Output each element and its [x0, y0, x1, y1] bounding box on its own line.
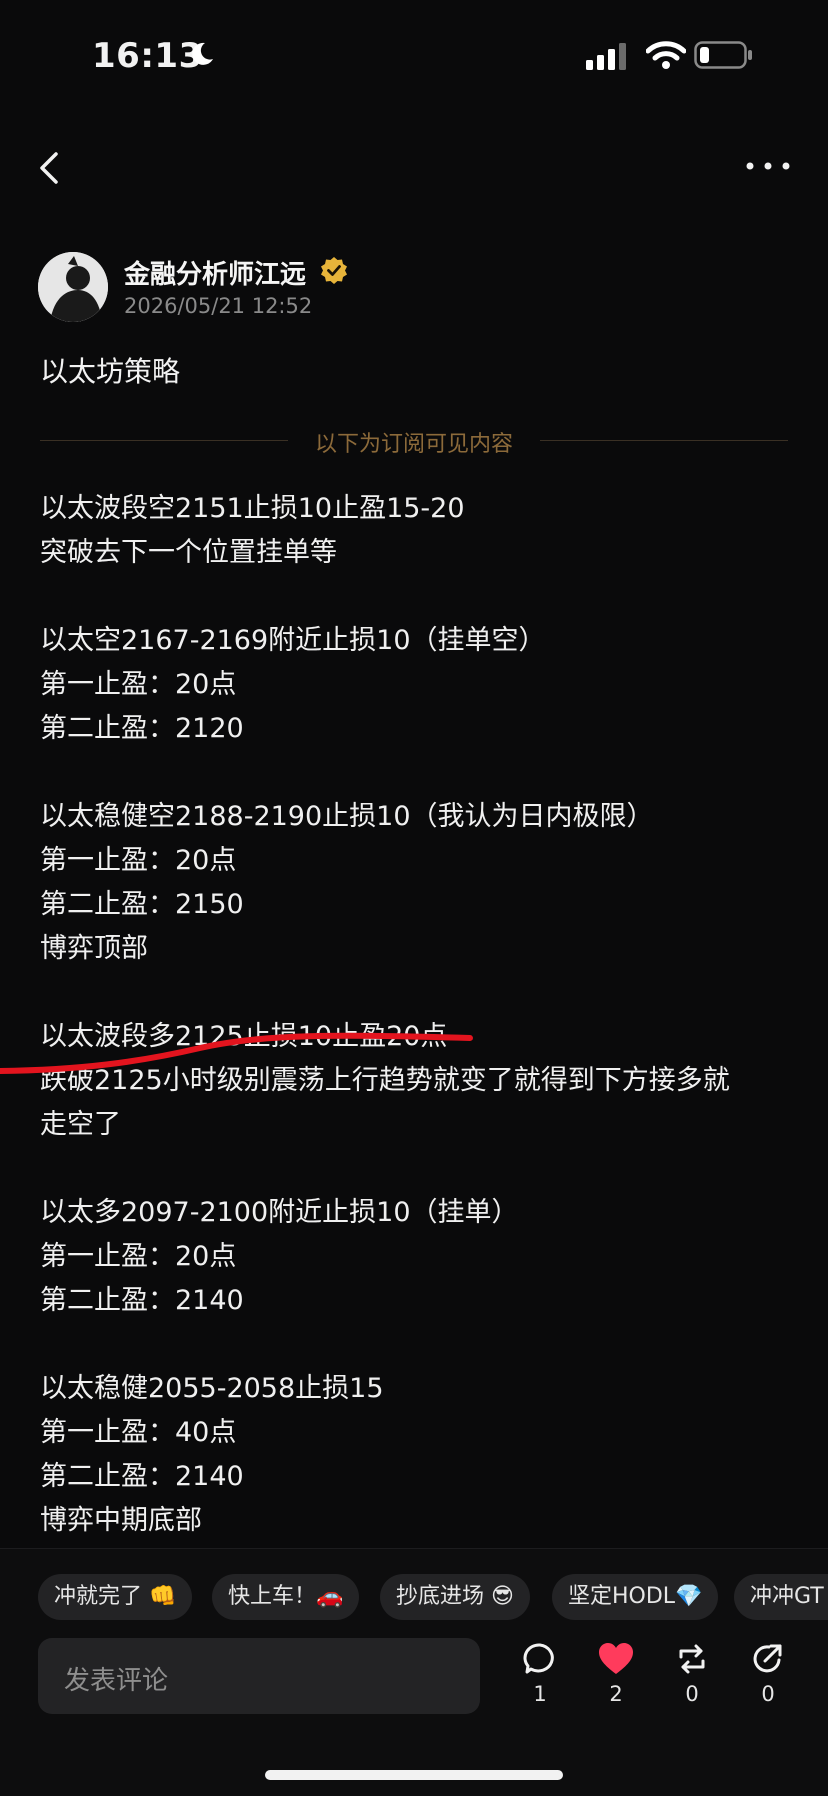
- avatar-image: [38, 252, 108, 322]
- quick-reply-chip[interactable]: 快上车！🚗: [212, 1574, 360, 1620]
- post-line: 以太空2167-2169附近止损10（挂单空）: [40, 625, 546, 656]
- post-line: 第一止盈：20点: [40, 845, 237, 876]
- comments-action[interactable]: 1: [510, 1642, 570, 1706]
- post-line: 第二止盈：2140: [40, 1461, 244, 1492]
- post-line: 以太稳健2055-2058止损15: [40, 1373, 384, 1404]
- post-line: 第一止盈：20点: [40, 669, 237, 700]
- status-time: 16:13: [92, 36, 203, 76]
- post-date: 2026/05/21 12:52: [124, 294, 313, 318]
- verified-badge-icon: [321, 257, 347, 284]
- quick-reply-chip[interactable]: 抄底进场 😎: [380, 1574, 530, 1620]
- post-line: 第一止盈：20点: [40, 1241, 237, 1272]
- post-line: 走空了: [40, 1109, 121, 1140]
- comment-placeholder: 发表评论: [64, 1666, 169, 1696]
- back-chevron-icon[interactable]: [36, 148, 60, 188]
- heart-icon: [599, 1643, 633, 1674]
- comment-bubble-icon: [523, 1643, 554, 1674]
- shares-count: 0: [761, 1682, 775, 1706]
- post-line: 第二止盈：2120: [40, 713, 244, 744]
- reposts-count: 0: [685, 1682, 699, 1706]
- wifi-icon: [646, 41, 686, 69]
- repost-icon: [679, 1644, 705, 1674]
- home-indicator[interactable]: [265, 1770, 563, 1780]
- quick-reply-chip[interactable]: 冲冲GT: [734, 1574, 828, 1620]
- post-line: 突破去下一个位置挂单等: [40, 537, 337, 568]
- repost-action[interactable]: 0: [662, 1642, 722, 1706]
- post-line: 以太波段空2151止损10止盈15-20: [40, 493, 465, 524]
- avatar[interactable]: [38, 252, 108, 322]
- more-options-icon[interactable]: [744, 158, 792, 174]
- post-title: 以太坊策略: [40, 355, 181, 388]
- likes-count: 2: [609, 1682, 623, 1706]
- post-line: 博弈中期底部: [40, 1505, 202, 1536]
- battery-icon: [694, 41, 752, 69]
- author-name[interactable]: 金融分析师江远: [124, 254, 306, 291]
- comments-count: 1: [533, 1682, 547, 1706]
- post-line: 以太稳健空2188-2190止损10（我认为日内极限）: [40, 801, 654, 832]
- do-not-disturb-moon-icon: [192, 42, 213, 65]
- share-action[interactable]: 0: [738, 1642, 798, 1706]
- share-icon: [753, 1644, 782, 1673]
- red-annotation-stroke: [0, 1032, 473, 1074]
- quick-reply-chip[interactable]: 坚定HODL💎: [552, 1574, 719, 1620]
- like-action[interactable]: 2: [586, 1642, 646, 1706]
- post-line: 第一止盈：40点: [40, 1417, 237, 1448]
- subscriber-divider-label: 以下为订阅可见内容: [314, 432, 513, 457]
- cellular-signal-icon: [586, 43, 626, 70]
- post-line: 第二止盈：2150: [40, 889, 244, 920]
- post-line: 博弈顶部: [40, 933, 148, 964]
- post-line: 以太多2097-2100附近止损10（挂单）: [40, 1197, 519, 1228]
- post-line: 第二止盈：2140: [40, 1285, 244, 1316]
- quick-reply-chip[interactable]: 冲就完了 👊: [38, 1574, 193, 1620]
